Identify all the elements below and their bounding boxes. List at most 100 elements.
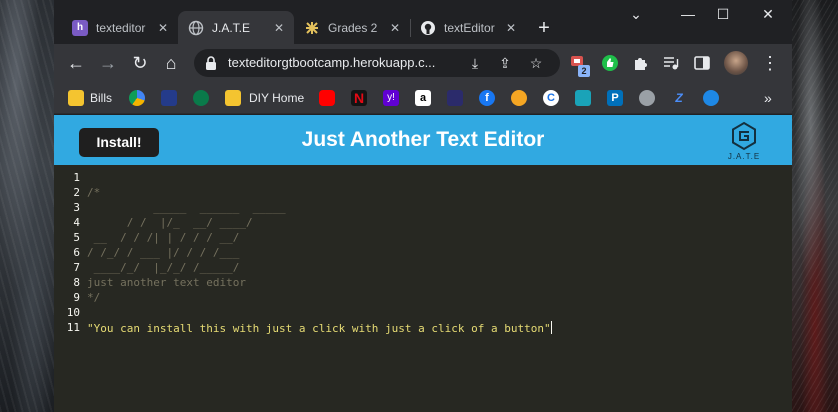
line-number: 10 [66, 306, 80, 319]
logo-text: J.A.T.E [727, 152, 761, 161]
lock-icon [206, 56, 216, 70]
browser-window: h texteditor ✕ J.A.T.E ✕ Grades 2 ✕ text… [54, 0, 792, 412]
line-text: */ [87, 291, 101, 304]
bookmark-site-icon[interactable] [575, 90, 591, 106]
starbucks-icon[interactable] [193, 90, 209, 106]
line-number: 4 [73, 216, 80, 229]
line-text: _____ ______ _____ [87, 201, 286, 214]
editor-line: 1 [54, 171, 792, 186]
bookmark-diy-home[interactable]: DIY Home [225, 90, 304, 106]
line-number: 7 [73, 261, 80, 274]
globe-icon [188, 20, 204, 36]
bookmark-z-icon[interactable]: Z [671, 90, 687, 106]
paypal-icon[interactable]: P [607, 90, 623, 106]
line-number: 8 [73, 276, 80, 289]
tab-github[interactable]: textEditor ✕ [410, 11, 526, 44]
folder-icon [225, 90, 241, 106]
tab-jate[interactable]: J.A.T.E ✕ [178, 11, 294, 44]
text-cursor [550, 321, 552, 334]
editor-line: 6 / /_/ / ___ |/ / / /___ [54, 246, 792, 261]
more-bookmarks-button[interactable]: » [764, 90, 772, 106]
desktop-wallpaper-left [0, 0, 54, 412]
puzzle-icon[interactable] [632, 54, 650, 72]
editor-line: 4 / / |/_ __/ ____/ [54, 216, 792, 231]
bookmarks-bar: Bills DIY Home N y! a f C P Z » [54, 82, 792, 114]
editor-line: 10 [54, 306, 792, 321]
heroku-icon: h [72, 19, 88, 36]
close-icon[interactable]: ✕ [158, 21, 168, 35]
avatar[interactable] [724, 51, 748, 75]
github-icon [420, 20, 436, 36]
side-panel-icon[interactable] [693, 54, 711, 72]
thumbs-up-extension-icon[interactable] [601, 54, 619, 72]
editor-line: 8 just another text editor [54, 276, 792, 291]
bookmark-site-icon[interactable] [447, 90, 463, 106]
home-button[interactable]: ⌂ [160, 52, 182, 74]
bookmark-site-icon[interactable] [161, 90, 177, 106]
line-number: 5 [73, 231, 80, 244]
canvas-icon [304, 20, 320, 36]
close-window-button[interactable]: ✕ [748, 4, 788, 24]
editor-line: 3 _____ ______ _____ [54, 201, 792, 216]
editor-line: 11 "You can install this with just a cli… [54, 321, 792, 336]
minimize-button[interactable]: — [668, 4, 708, 24]
line-number: 2 [73, 186, 80, 199]
address-bar[interactable]: texteditorgtbootcamp.herokuapp.c... ⤓ ⇪ … [194, 49, 560, 77]
bookmark-site-icon[interactable] [703, 90, 719, 106]
page-content: Install! Just Another Text Editor J.A.T.… [54, 115, 792, 412]
menu-icon[interactable]: ⋮ [759, 52, 781, 74]
coinbase-icon[interactable]: C [543, 90, 559, 106]
amazon-icon[interactable]: a [415, 90, 431, 106]
line-text: /* [87, 186, 101, 199]
line-number: 11 [66, 321, 80, 334]
install-app-icon[interactable]: ⤓ [466, 54, 484, 72]
editor-line: 2 /* [54, 186, 792, 201]
tab-strip: h texteditor ✕ J.A.T.E ✕ Grades 2 ✕ text… [54, 0, 792, 44]
back-button[interactable]: ← [65, 52, 87, 74]
crunchyroll-icon[interactable] [511, 90, 527, 106]
logo-icon [732, 121, 756, 151]
media-control-icon[interactable] [662, 54, 680, 72]
line-number: 1 [73, 171, 80, 184]
editor-line: 5 __ / / /| | / / / __/ [54, 231, 792, 246]
close-icon[interactable]: ✕ [274, 21, 284, 35]
line-text: ____/_/ |_/_/ /_____/ [87, 261, 240, 274]
line-text: / /_/ / ___ |/ / / /___ [87, 246, 240, 259]
page-title: Just Another Text Editor [301, 128, 545, 151]
jate-logo: J.A.T.E [722, 120, 766, 164]
line-text: / / |/_ __/ ____/ [87, 216, 253, 229]
yahoo-icon[interactable]: y! [383, 90, 399, 106]
tab-texteditor-heroku[interactable]: h texteditor ✕ [62, 11, 178, 44]
netflix-icon[interactable]: N [351, 90, 367, 106]
new-tab-button[interactable]: + [531, 16, 557, 42]
tab-grades[interactable]: Grades 2 ✕ [294, 11, 410, 44]
code-editor[interactable]: 1 2 /* 3 _____ ______ _____ 4 / / |/_ __… [54, 165, 792, 412]
line-text: __ / / /| | / / / __/ [87, 231, 240, 244]
line-number: 6 [73, 246, 80, 259]
facebook-icon[interactable]: f [479, 90, 495, 106]
close-icon[interactable]: ✕ [390, 21, 400, 35]
extension-badge: 2 [578, 65, 590, 77]
url-text[interactable]: texteditorgtbootcamp.herokuapp.c... [228, 55, 458, 70]
line-number: 9 [73, 291, 80, 304]
line-number: 3 [73, 201, 80, 214]
line-text: "You can install this with just a click … [87, 321, 552, 335]
share-icon[interactable]: ⇪ [496, 54, 514, 72]
globe-icon[interactable] [639, 90, 655, 106]
app-header: Install! Just Another Text Editor J.A.T.… [54, 115, 792, 165]
editor-line: 7 ____/_/ |_/_/ /_____/ [54, 261, 792, 276]
editor-line: 9 */ [54, 291, 792, 306]
folder-icon [68, 90, 84, 106]
desktop-wallpaper-right [792, 0, 838, 412]
bookmark-bills[interactable]: Bills [68, 90, 112, 106]
line-text: just another text editor [87, 276, 246, 289]
forward-button[interactable]: → [97, 52, 119, 74]
maximize-button[interactable]: ☐ [703, 4, 743, 24]
reload-button[interactable]: ↻ [129, 52, 151, 74]
youtube-icon[interactable] [319, 90, 335, 106]
bookmark-star-icon[interactable]: ☆ [527, 54, 545, 72]
browser-toolbar: ← → ↻ ⌂ texteditorgtbootcamp.herokuapp.c… [54, 44, 792, 82]
bookmark-arc-icon[interactable] [129, 90, 145, 106]
tab-search-button[interactable]: ⌄ [616, 4, 656, 24]
close-icon[interactable]: ✕ [506, 21, 516, 35]
